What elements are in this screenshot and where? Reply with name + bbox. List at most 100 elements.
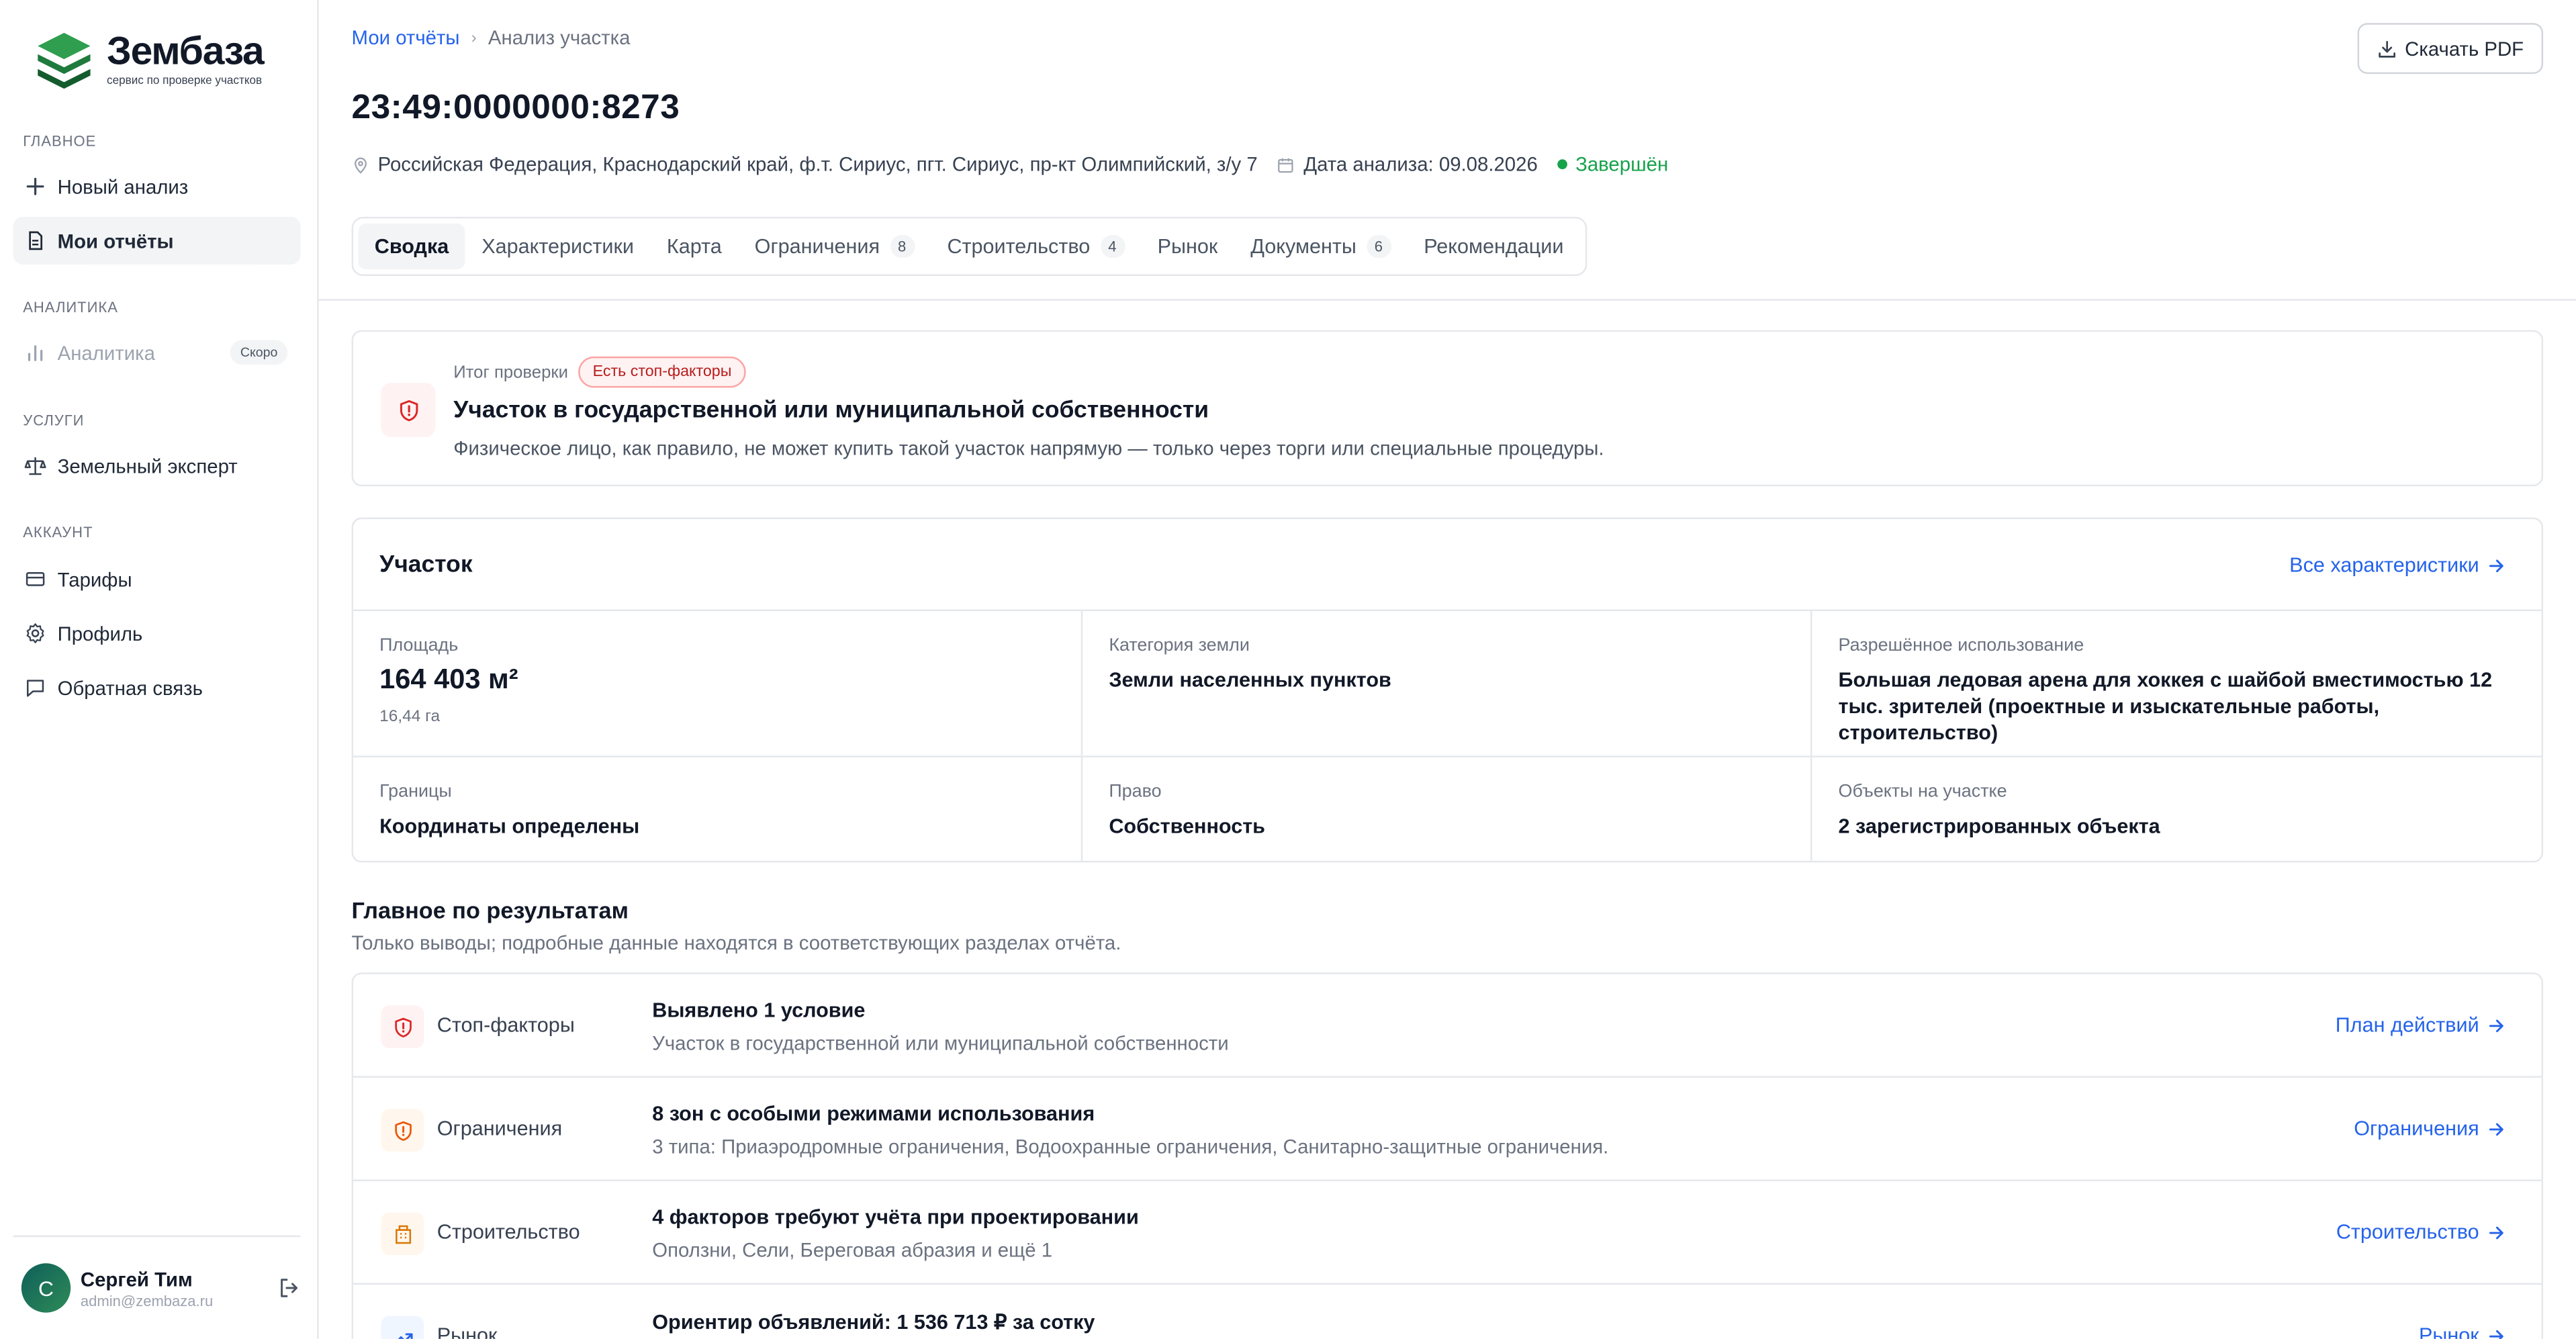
tab-recommendations[interactable]: Рекомендации (1408, 224, 1580, 270)
land-category-value: Земли населенных пунктов (1109, 668, 1391, 692)
tab-map[interactable]: Карта (650, 224, 738, 270)
sidebar-item-label: Профиль (57, 621, 143, 645)
report-tabs: Сводка Характеристики Карта Ограничения 8… (351, 216, 1587, 277)
objects-label: Объекты на участке (1838, 782, 2007, 802)
download-pdf-label: Скачать PDF (2405, 37, 2524, 60)
tab-characteristics[interactable]: Характеристики (465, 224, 651, 270)
borders-label: Границы (379, 782, 452, 802)
soon-badge: Скоро (230, 340, 288, 365)
header-divider (318, 299, 2576, 301)
stop-factors-badge: Есть стоп-факторы (578, 356, 747, 388)
bar-chart-icon (25, 342, 46, 363)
objects-value: 2 зарегистрированных объекта (1838, 815, 2160, 838)
tab-label: Карта (666, 234, 722, 259)
user-card[interactable]: С Сергей Тим admin@zembaza.ru (21, 1263, 301, 1313)
sidebar-item-label: Новый анализ (57, 175, 189, 198)
sidebar-item-tariffs[interactable]: Тарифы (13, 555, 301, 603)
right-label: Право (1109, 782, 1162, 802)
permitted-use-label: Разрешённое использование (1838, 635, 2084, 656)
shield-alert-icon (381, 1005, 424, 1048)
link-label: Ограничения (2354, 1117, 2479, 1140)
result-row-construction: Строительство 4 факторов требуют учёта п… (353, 1181, 2542, 1285)
borders-cell: Границы Координаты определены (353, 757, 1083, 861)
user-email: admin@zembaza.ru (80, 1292, 214, 1309)
parcel-card: Участок Все характеристики Площадь 164 4… (351, 517, 2544, 863)
arrow-right-icon (2489, 1122, 2503, 1136)
all-characteristics-link[interactable]: Все характеристики (2289, 553, 2505, 577)
tab-construction[interactable]: Строительство 4 (931, 224, 1141, 270)
tab-label: Документы (1250, 234, 1356, 259)
tab-restrictions[interactable]: Ограничения 8 (738, 224, 931, 270)
link-label: План действий (2335, 1013, 2479, 1037)
right-value: Собственность (1109, 815, 1265, 838)
result-headline: Выявлено 1 условие (652, 999, 866, 1022)
sidebar-item-label: Аналитика (57, 340, 155, 364)
report-meta: Российская Федерация, Краснодарский край… (352, 152, 1669, 176)
brand-tagline: сервис по проверке участков (107, 75, 263, 87)
sidebar-divider (13, 1235, 301, 1238)
building-icon (381, 1212, 424, 1256)
result-detail: Оползни, Сели, Береговая абразия и ещё 1 (652, 1238, 1053, 1262)
calendar-icon (1279, 157, 1294, 172)
arrow-right-icon (2489, 1226, 2503, 1239)
shield-alert-icon (381, 1109, 424, 1152)
land-category-label: Категория земли (1109, 635, 1250, 656)
sidebar-item-new-analysis[interactable]: Новый анализ (13, 163, 301, 210)
brand-logo[interactable]: Зембаза сервис по проверке участков (34, 30, 265, 89)
nav-section-account: АККАУНТ (23, 524, 93, 541)
tab-summary[interactable]: Сводка (358, 223, 465, 270)
breadcrumb-separator-icon: › (471, 28, 477, 47)
download-icon (2378, 40, 2395, 57)
action-plan-link[interactable]: План действий (2335, 1013, 2505, 1037)
sidebar-item-feedback[interactable]: Обратная связь (13, 663, 301, 711)
analysis-date: Дата анализа: 09.08.2026 (1303, 152, 1538, 176)
result-category: Рынок (436, 1324, 498, 1339)
tab-label: Ограничения (754, 234, 880, 259)
logo-layers-icon (38, 32, 91, 89)
result-headline: 4 факторов требуют учёта при проектирова… (652, 1205, 1139, 1229)
arrow-right-icon (2489, 1019, 2503, 1031)
tab-count-badge: 8 (889, 234, 915, 259)
nav-section-analytics: АНАЛИТИКА (23, 299, 118, 316)
sidebar-item-land-expert[interactable]: Земельный эксперт (13, 442, 301, 490)
plus-icon (25, 176, 46, 197)
sidebar-item-profile[interactable]: Профиль (13, 610, 301, 657)
tab-label: Характеристики (481, 234, 634, 259)
logout-icon[interactable] (277, 1277, 300, 1299)
tab-label: Строительство (947, 234, 1091, 259)
construction-link[interactable]: Строительство (2336, 1221, 2505, 1244)
tab-count-badge: 4 (1099, 234, 1125, 259)
tab-documents[interactable]: Документы 6 (1234, 224, 1408, 270)
area-cell: Площадь 164 403 м² 16,44 га (353, 611, 1083, 757)
check-result-label: Итог проверки (453, 362, 568, 382)
result-category: Строительство (436, 1220, 580, 1244)
check-result-title: Участок в государственной или муниципаль… (453, 398, 1209, 424)
sidebar-item-label: Земельный эксперт (57, 454, 238, 477)
sidebar-item-analytics: Аналитика Скоро (13, 328, 301, 376)
trend-up-icon (381, 1315, 424, 1339)
avatar: С (21, 1263, 71, 1313)
arrow-right-icon (2489, 559, 2503, 571)
nav-section-services: УСЛУГИ (23, 412, 85, 429)
result-detail: Участок в государственной или муниципаль… (652, 1031, 1229, 1055)
results-subtitle: Только выводы; подробные данные находятс… (351, 931, 1121, 955)
address-text: Российская Федерация, Краснодарский край… (377, 152, 1258, 176)
results-list: Стоп-факторы Выявлено 1 условие Участок … (351, 972, 2544, 1339)
tab-market[interactable]: Рынок (1141, 224, 1234, 270)
breadcrumb-link-reports[interactable]: Мои отчёты (352, 26, 460, 49)
parcel-card-title: Участок (379, 552, 473, 579)
check-result-card: Итог проверки Есть стоп-факторы Участок … (351, 330, 2544, 487)
market-link[interactable]: Рынок (2419, 1324, 2505, 1339)
sidebar: Зембаза сервис по проверке участков ГЛАВ… (0, 0, 319, 1339)
status-badge: Завершён (1575, 152, 1669, 176)
nav-section-main: ГЛАВНОЕ (23, 133, 97, 150)
check-result-description: Физическое лицо, как правило, не может к… (453, 436, 1604, 461)
area-label: Площадь (379, 635, 459, 656)
credit-card-icon (25, 568, 46, 590)
result-headline: 8 зон с особыми режимами использования (652, 1102, 1095, 1125)
download-pdf-button[interactable]: Скачать PDF (2357, 23, 2544, 75)
restrictions-link[interactable]: Ограничения (2354, 1117, 2505, 1140)
sidebar-item-my-reports[interactable]: Мои отчёты (13, 216, 301, 265)
breadcrumb: Мои отчёты › Анализ участка (352, 26, 631, 49)
permitted-use-value: Большая ледовая арена для хоккея с шайбо… (1838, 668, 2493, 745)
